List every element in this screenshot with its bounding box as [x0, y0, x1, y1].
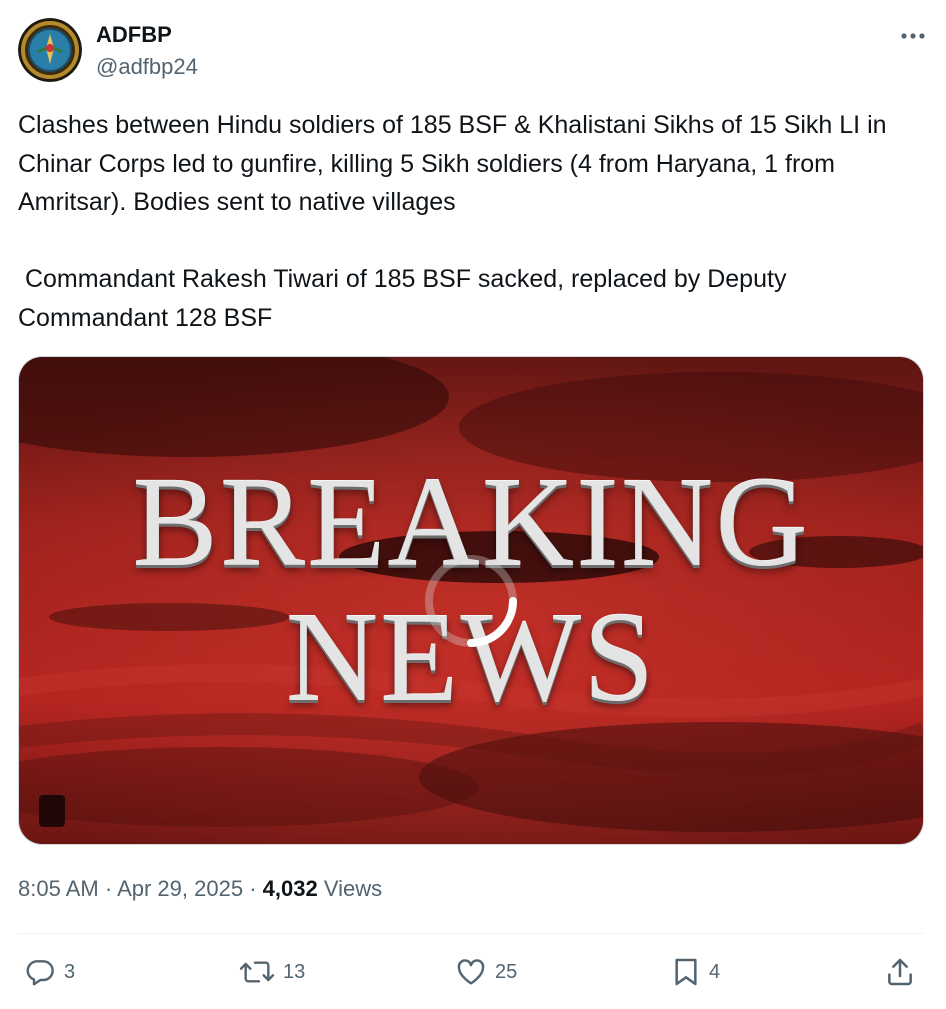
more-options-button[interactable] [898, 24, 928, 48]
repost-count: 13 [283, 960, 306, 983]
bookmark-button[interactable]: 4 [671, 955, 720, 989]
tweet-media-video[interactable]: BREAKING NEWS [18, 356, 924, 845]
reply-count: 3 [64, 960, 76, 983]
more-dots-icon [901, 33, 925, 39]
bookmark-count: 4 [709, 960, 721, 983]
author-name[interactable]: ADFBP [96, 22, 172, 48]
heart-icon [457, 959, 485, 985]
views-count[interactable]: 4,032 [263, 876, 318, 901]
share-button[interactable] [884, 955, 916, 989]
like-count: 25 [495, 960, 518, 983]
repost-icon [239, 961, 275, 983]
reply-button[interactable]: 3 [24, 955, 75, 989]
emblem-logo [18, 18, 82, 82]
author-avatar[interactable] [18, 18, 82, 82]
repost-button[interactable]: 13 [239, 955, 305, 989]
divider [18, 933, 924, 934]
tweet-text: Clashes between Hindu soldiers of 185 BS… [18, 111, 887, 332]
tweet-meta: 8:05 AM · Apr 29, 2025 · 4,032 Views [18, 876, 382, 902]
meta-separator: · [104, 876, 113, 901]
reply-icon [26, 960, 54, 986]
like-button[interactable]: 25 [455, 955, 517, 989]
tweet-date[interactable]: Apr 29, 2025 [117, 876, 243, 901]
share-icon [888, 958, 912, 986]
tweet-card: ADFBP @adfbp24 Clashes between Hindu sol… [0, 0, 946, 1009]
loading-spinner-icon [425, 555, 517, 647]
views-label: Views [323, 876, 383, 901]
tweet-time[interactable]: 8:05 AM [18, 876, 99, 901]
bookmark-icon [675, 958, 697, 986]
meta-separator: · [249, 876, 257, 901]
media-badge [39, 795, 65, 827]
author-handle[interactable]: @adfbp24 [96, 54, 198, 80]
